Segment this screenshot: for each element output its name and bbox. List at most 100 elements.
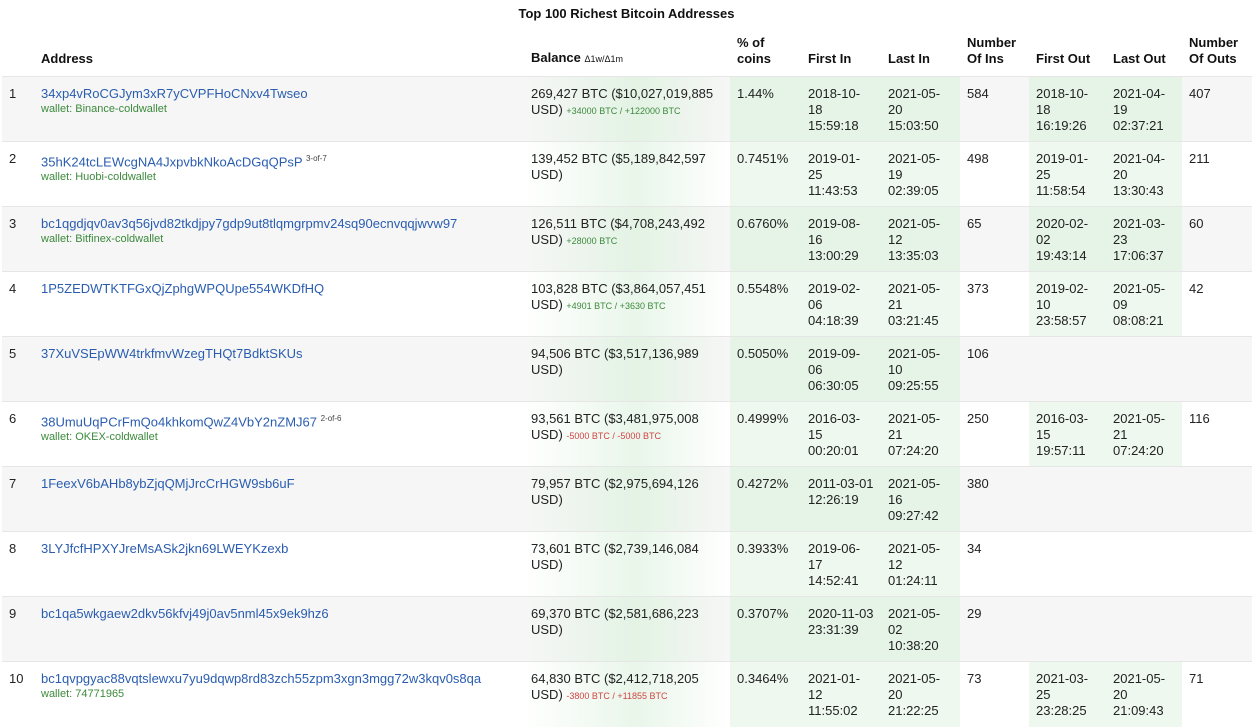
address-cell: bc1qvpgyac88vqtslewxu7yu9dqwp8rd83zch55z… — [34, 661, 524, 727]
address-link[interactable]: 37XuVSEpWW4trkfmvWzegTHQt7BdktSKUs — [41, 346, 303, 361]
table-row: 6 38UmuUqPCrFmQo4khkomQwZ4VbY2nZMJ67 2-of… — [2, 401, 1252, 467]
address-cell: 34xp4vRoCGJym3xR7yCVPFHoCNxv4Twseo wallet… — [34, 76, 524, 142]
balance-delta: -3800 BTC / +11855 BTC — [566, 691, 668, 701]
balance-delta: +4901 BTC / +3630 BTC — [566, 301, 666, 311]
number-of-outs-cell — [1182, 531, 1252, 597]
balance-delta: +28000 BTC — [566, 236, 618, 246]
multisig-badge: 3-of-7 — [305, 154, 327, 163]
last-in-cell: 2021-05-16 09:27:42 — [881, 466, 960, 532]
last-out-cell — [1106, 336, 1182, 402]
number-of-outs-cell: 60 — [1182, 206, 1252, 272]
rank-cell: 6 — [2, 401, 34, 467]
number-of-outs-cell: 71 — [1182, 661, 1252, 727]
first-out-cell — [1029, 466, 1106, 532]
first-out-cell: 2021-03-25 23:28:25 — [1029, 661, 1106, 727]
first-in-cell: 2019-01-25 11:43:53 — [801, 141, 881, 207]
address-link[interactable]: 3LYJfcfHPXYJreMsASk2jkn69LWEYKzexb — [41, 541, 288, 556]
first-in-cell: 2016-03-15 00:20:01 — [801, 401, 881, 467]
header-last-out[interactable]: Last Out — [1106, 32, 1182, 77]
wallet-label: wallet: Binance-coldwallet — [41, 103, 167, 115]
last-in-cell: 2021-05-02 10:38:20 — [881, 596, 960, 662]
first-in-cell: 2011-03-01 12:26:19 — [801, 466, 881, 532]
table-row: 3 bc1qgdjqv0av3q56jvd82tkdjpy7gdp9ut8tlqm… — [2, 206, 1252, 272]
page-title: Top 100 Richest Bitcoin Addresses — [518, 6, 735, 21]
number-of-outs-cell: 116 — [1182, 401, 1252, 467]
pct-coins-cell: 1.44% — [730, 76, 801, 142]
table-row: 1 34xp4vRoCGJym3xR7yCVPFHoCNxv4Twseo walle… — [2, 76, 1252, 142]
table-body: 1 34xp4vRoCGJym3xR7yCVPFHoCNxv4Twseo walle… — [2, 76, 1252, 727]
last-in-cell: 2021-05-19 02:39:05 — [881, 141, 960, 207]
number-of-outs-cell — [1182, 336, 1252, 402]
last-out-cell: 2021-05-21 07:24:20 — [1106, 401, 1182, 467]
balance-cell: 73,601 BTC ($2,739,146,084 USD) — [524, 531, 730, 597]
balance-value: 73,601 BTC ($2,739,146,084 USD) — [531, 541, 699, 572]
number-of-ins-cell: 29 — [960, 596, 1029, 662]
header-balance-label: Balance — [531, 50, 581, 65]
last-out-cell: 2021-04-19 02:37:21 — [1106, 76, 1182, 142]
address-link[interactable]: bc1qgdjqv0av3q56jvd82tkdjpy7gdp9ut8tlqmg… — [41, 216, 457, 231]
number-of-ins-cell: 380 — [960, 466, 1029, 532]
first-out-cell: 2016-03-15 19:57:11 — [1029, 401, 1106, 467]
pct-coins-cell: 0.5548% — [730, 271, 801, 337]
first-out-cell: 2018-10-18 16:19:26 — [1029, 76, 1106, 142]
address-cell: 1P5ZEDWTKTFGxQjZphgWPQUpe554WKDfHQ — [34, 271, 524, 337]
address-cell: 3LYJfcfHPXYJreMsASk2jkn69LWEYKzexb — [34, 531, 524, 597]
address-link[interactable]: 34xp4vRoCGJym3xR7yCVPFHoCNxv4Twseo — [41, 86, 308, 101]
number-of-ins-cell: 73 — [960, 661, 1029, 727]
wallet-label: wallet: OKEX-coldwallet — [41, 431, 158, 444]
header-pct-coins[interactable]: % of coins — [730, 32, 801, 77]
address-cell: 38UmuUqPCrFmQo4khkomQwZ4VbY2nZMJ67 2-of-… — [34, 401, 524, 467]
number-of-outs-cell — [1182, 466, 1252, 532]
balance-value: 69,370 BTC ($2,581,686,223 USD) — [531, 606, 699, 637]
last-out-cell: 2021-03-23 17:06:37 — [1106, 206, 1182, 272]
header-balance[interactable]: Balance Δ1w/Δ1m — [524, 32, 730, 77]
table-row: 4 1P5ZEDWTKTFGxQjZphgWPQUpe554WKDfHQ 103,8… — [2, 271, 1252, 337]
number-of-outs-cell: 211 — [1182, 141, 1252, 207]
number-of-outs-cell — [1182, 596, 1252, 662]
address-link[interactable]: bc1qa5wkgaew2dkv56kfvj49j0av5nml45x9ek9h… — [41, 606, 329, 621]
header-address[interactable]: Address — [34, 32, 524, 77]
last-out-cell — [1106, 466, 1182, 532]
rank-cell: 1 — [2, 76, 34, 142]
pct-coins-cell: 0.6760% — [730, 206, 801, 272]
wallet-label: wallet: Huobi-coldwallet — [41, 171, 156, 184]
first-out-cell: 2019-01-25 11:58:54 — [1029, 141, 1106, 207]
table-row: 2 35hK24tcLEWcgNA4JxpvbkNkoAcDGqQPsP 3-of… — [2, 141, 1252, 207]
table-row: 10 bc1qvpgyac88vqtslewxu7yu9dqwp8rd83zch5… — [2, 661, 1252, 727]
pct-coins-cell: 0.5050% — [730, 336, 801, 402]
header-first-out[interactable]: First Out — [1029, 32, 1106, 77]
pct-coins-cell: 0.3933% — [730, 531, 801, 597]
header-last-in[interactable]: Last In — [881, 32, 960, 77]
rank-cell: 9 — [2, 596, 34, 662]
rank-cell: 8 — [2, 531, 34, 597]
address-link[interactable]: 1P5ZEDWTKTFGxQjZphgWPQUpe554WKDfHQ — [41, 281, 324, 296]
first-in-cell: 2019-02-06 04:18:39 — [801, 271, 881, 337]
header-number-of-ins[interactable]: Number Of Ins — [960, 32, 1029, 77]
first-out-cell — [1029, 531, 1106, 597]
last-in-cell: 2021-05-21 03:21:45 — [881, 271, 960, 337]
pct-coins-cell: 0.7451% — [730, 141, 801, 207]
table-row: 8 3LYJfcfHPXYJreMsASk2jkn69LWEYKzexb 73,60… — [2, 531, 1252, 597]
address-link[interactable]: 38UmuUqPCrFmQo4khkomQwZ4VbY2nZMJ67 — [41, 414, 317, 429]
balance-delta: -5000 BTC / -5000 BTC — [566, 431, 661, 441]
address-link[interactable]: 1FeexV6bAHb8ybZjqQMjJrcCrHGW9sb6uF — [41, 476, 295, 491]
first-out-cell — [1029, 336, 1106, 402]
address-cell: bc1qa5wkgaew2dkv56kfvj49j0av5nml45x9ek9h… — [34, 596, 524, 662]
address-link[interactable]: 35hK24tcLEWcgNA4JxpvbkNkoAcDGqQPsP — [41, 154, 302, 169]
header-rank — [2, 32, 34, 77]
balance-delta: +34000 BTC / +122000 BTC — [566, 106, 681, 116]
header-first-in[interactable]: First In — [801, 32, 881, 77]
address-cell: 35hK24tcLEWcgNA4JxpvbkNkoAcDGqQPsP 3-of-… — [34, 141, 524, 207]
rich-list-table: Address Balance Δ1w/Δ1m % of coins First… — [2, 32, 1252, 727]
rank-cell: 3 — [2, 206, 34, 272]
table-row: 5 37XuVSEpWW4trkfmvWzegTHQt7BdktSKUs 94,50… — [2, 336, 1252, 402]
balance-value: 94,506 BTC ($3,517,136,989 USD) — [531, 346, 699, 377]
last-in-cell: 2021-05-20 21:22:25 — [881, 661, 960, 727]
wallet-label: wallet: Bitfinex-coldwallet — [41, 233, 164, 245]
rank-cell: 5 — [2, 336, 34, 402]
balance-cell: 94,506 BTC ($3,517,136,989 USD) — [524, 336, 730, 402]
address-link[interactable]: bc1qvpgyac88vqtslewxu7yu9dqwp8rd83zch55z… — [41, 671, 481, 686]
balance-value: 139,452 BTC ($5,189,842,597 USD) — [531, 151, 706, 182]
first-out-cell: 2020-02-02 19:43:14 — [1029, 206, 1106, 272]
header-number-of-outs[interactable]: Number Of Outs — [1182, 32, 1252, 77]
